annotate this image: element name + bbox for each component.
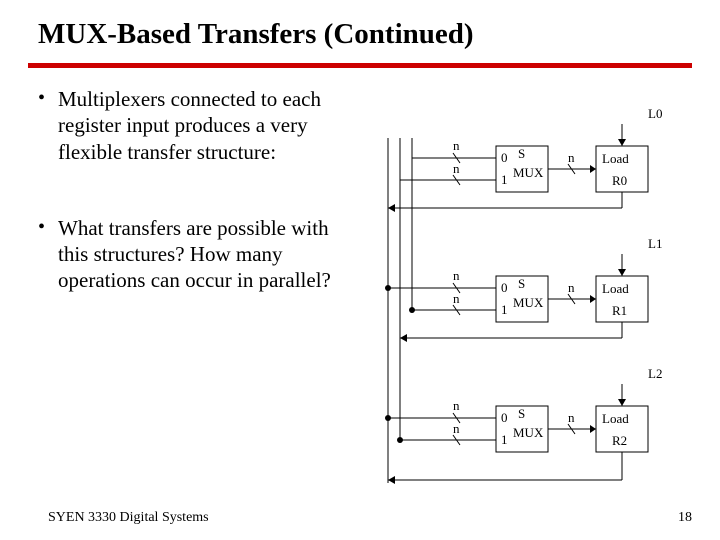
mux-label: MUX: [513, 425, 544, 440]
mux-group-0: n n 0 1 S MUX n Load R0 L0: [388, 106, 662, 212]
mux-label: MUX: [513, 165, 544, 180]
mux-in0: 0: [501, 150, 508, 165]
mux-group-1: n n 0 1 S MUX n Load R1 L1: [385, 236, 662, 342]
bus-label: n: [568, 150, 575, 165]
mux-in1: 1: [501, 302, 508, 317]
mux-select: S: [518, 406, 525, 421]
mux-select: S: [518, 146, 525, 161]
reg-load-2: Load: [602, 411, 629, 426]
bus-label: n: [453, 268, 460, 283]
reg-load-1: Load: [602, 281, 629, 296]
reg-load-0: Load: [602, 151, 629, 166]
bullet-1: Multiplexers connected to each register …: [44, 86, 354, 165]
load-ctrl-1: L1: [648, 236, 662, 251]
bus-label: n: [453, 161, 460, 176]
mux-in1: 1: [501, 432, 508, 447]
footer-course: SYEN 3330 Digital Systems: [48, 510, 209, 526]
reg-name-0: R0: [612, 173, 627, 188]
mux-label: MUX: [513, 295, 544, 310]
load-ctrl-2: L2: [648, 366, 662, 381]
slide-title: MUX-Based Transfers (Continued): [0, 0, 720, 57]
mux-in1: 1: [501, 172, 508, 187]
bus-label: n: [453, 398, 460, 413]
mux-select: S: [518, 276, 525, 291]
footer-page: 18: [678, 510, 692, 526]
mux-diagram: n n 0 1 S MUX n Load R0 L0 n n: [378, 88, 698, 488]
bus-label: n: [568, 280, 575, 295]
bus-label: n: [453, 421, 460, 436]
bullet-2: What transfers are possible with this st…: [44, 215, 354, 294]
bus-label: n: [453, 138, 460, 153]
mux-in0: 0: [501, 410, 508, 425]
reg-name-2: R2: [612, 433, 627, 448]
bus-label: n: [453, 291, 460, 306]
mux-in0: 0: [501, 280, 508, 295]
load-ctrl-0: L0: [648, 106, 662, 121]
reg-name-1: R1: [612, 303, 627, 318]
bus-label: n: [568, 410, 575, 425]
